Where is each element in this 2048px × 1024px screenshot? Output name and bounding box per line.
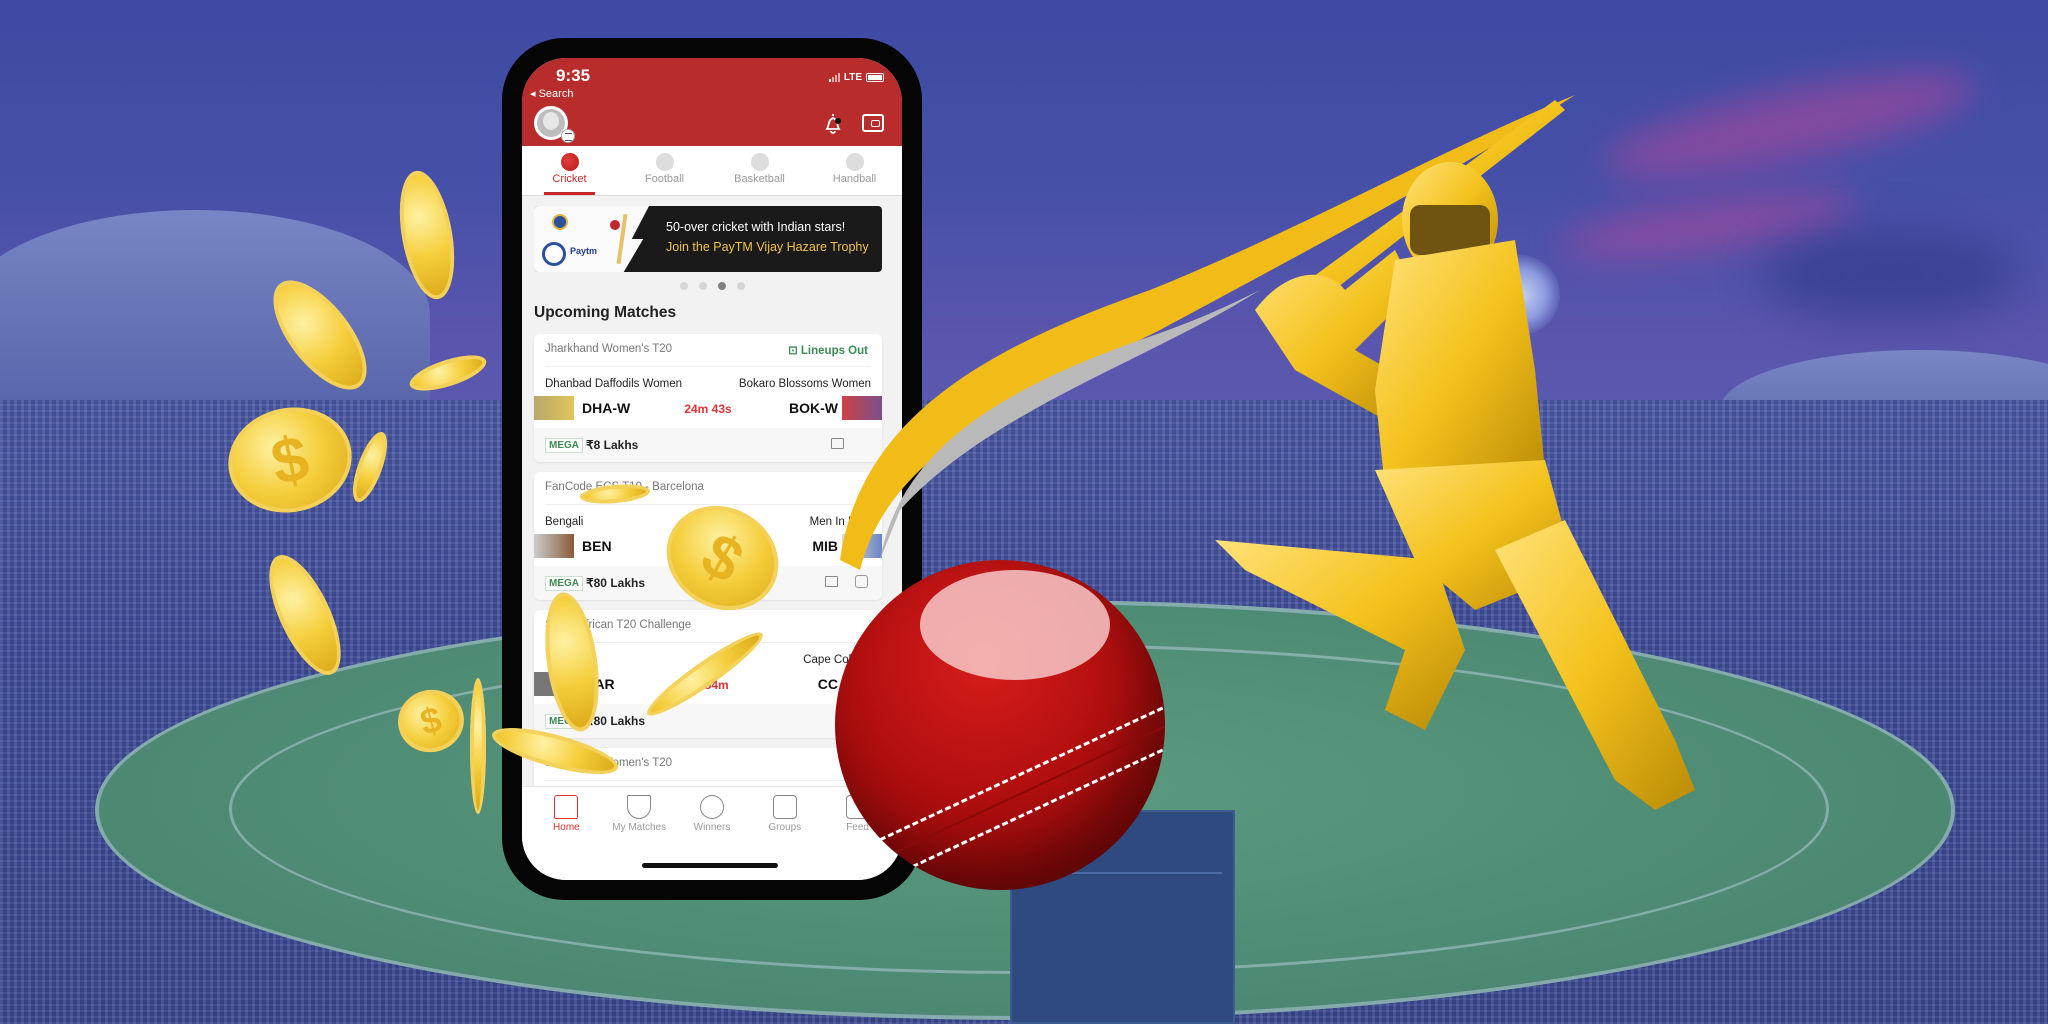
team1-name: Dhanbad Daffodils Women [545, 378, 683, 390]
mega-badge: MEGA [545, 438, 583, 453]
cricket-ball-icon [560, 153, 579, 171]
nav-label: My Matches [612, 822, 667, 833]
divider [545, 780, 871, 781]
chat-group-icon [772, 795, 797, 819]
gold-coin-icon [470, 678, 486, 814]
handball-icon [845, 153, 864, 171]
match-card[interactable]: Jharkhand Women's T20 ⊡ Lineups Out Dhan… [534, 334, 882, 462]
tab-label: Basketball [734, 173, 785, 185]
cricket-ball-icon [610, 220, 620, 230]
sky-cloud [1760, 230, 2020, 320]
divider [545, 366, 871, 367]
menu-icon [561, 129, 575, 143]
banner-subline: Join the PayTM Vijay Hazare Trophy [666, 240, 869, 254]
prize-pool: ₹80 Lakhs [586, 714, 645, 728]
cricket-ball-icon [835, 560, 1165, 890]
team2-logo [842, 534, 882, 558]
promo-banner[interactable]: Paytm 50-over cricket with Indian stars!… [534, 206, 882, 272]
tv-icon [825, 576, 838, 587]
battery-icon [866, 73, 884, 82]
home-icon [554, 795, 579, 819]
nav-label: Winners [693, 822, 731, 833]
bell-icon[interactable] [822, 112, 844, 136]
team2-code: MIB [812, 538, 838, 554]
nav-label: Home [553, 822, 580, 833]
trophy-logo-icon [542, 242, 566, 266]
trophy-icon [627, 795, 652, 819]
league-name: Jharkhand Women's T20 [545, 343, 673, 355]
team2-code: BOK-W [789, 400, 838, 416]
carousel-dot-active[interactable] [717, 282, 726, 290]
app-header: 9:35 ◂ Search LTE [522, 58, 902, 146]
home-indicator [642, 863, 778, 868]
carousel-dot[interactable] [698, 282, 707, 290]
basketball-icon [750, 153, 769, 171]
lineup-icon [855, 575, 868, 588]
tv-icon [831, 438, 844, 449]
status-time: 9:35 [556, 66, 591, 85]
nav-home[interactable]: Home [530, 787, 603, 880]
prize-pool: ₹8 Lakhs [586, 438, 639, 452]
lineups-status: ⊡ Lineups Out [788, 345, 868, 357]
network-label: LTE [843, 72, 862, 83]
banner-headline: 50-over cricket with Indian stars! [666, 220, 846, 234]
tab-cricket[interactable]: Cricket [522, 146, 617, 195]
divider [545, 504, 871, 505]
tab-label: Handball [832, 173, 877, 185]
profile-menu-icon[interactable] [534, 106, 575, 143]
tab-football[interactable]: Football [617, 146, 712, 195]
carousel-dot[interactable] [679, 282, 688, 290]
lineups-label: Lineups Out [800, 345, 868, 357]
bcci-logo-icon [552, 214, 568, 230]
tab-label: Cricket [552, 173, 587, 185]
team1-logo [534, 534, 574, 558]
tab-basketball[interactable]: Basketball [712, 146, 807, 195]
golden-batsman-figure [1215, 100, 1695, 810]
tab-handball[interactable]: Handball [807, 146, 902, 195]
section-title: Upcoming Matches [534, 304, 677, 321]
nav-label: Groups [768, 822, 802, 833]
paytm-logo: Paytm [570, 246, 598, 256]
prize-pool: ₹80 Lakhs [586, 576, 645, 590]
signal-icon [828, 73, 840, 82]
award-ribbon-icon [699, 795, 724, 819]
team1-name: Bengali [545, 516, 584, 528]
card-footer: MEGA ₹8 Lakhs [534, 428, 882, 462]
football-icon [655, 153, 674, 171]
wallet-icon[interactable] [862, 114, 884, 132]
banner-logo-panel: Paytm [534, 206, 649, 272]
team2-name: Bokaro Blossoms Women [738, 378, 871, 390]
carousel-dot[interactable] [736, 282, 745, 290]
mega-badge: MEGA [545, 576, 583, 591]
status-indicators: LTE [828, 72, 884, 83]
team2-code: CC [817, 676, 838, 692]
team2-name: Men In Blue [809, 516, 871, 528]
team2-logo [842, 396, 882, 420]
carousel-dots [522, 282, 902, 290]
bottom-nav: Home My Matches Winners Groups Feed [522, 786, 902, 880]
team1-code: BEN [582, 538, 612, 554]
back-to-search-link[interactable]: ◂ Search [530, 87, 573, 100]
ball-highlight [920, 570, 1110, 680]
tab-label: Football [644, 173, 685, 185]
sport-tabs: Cricket Football Basketball Handball [522, 146, 902, 196]
